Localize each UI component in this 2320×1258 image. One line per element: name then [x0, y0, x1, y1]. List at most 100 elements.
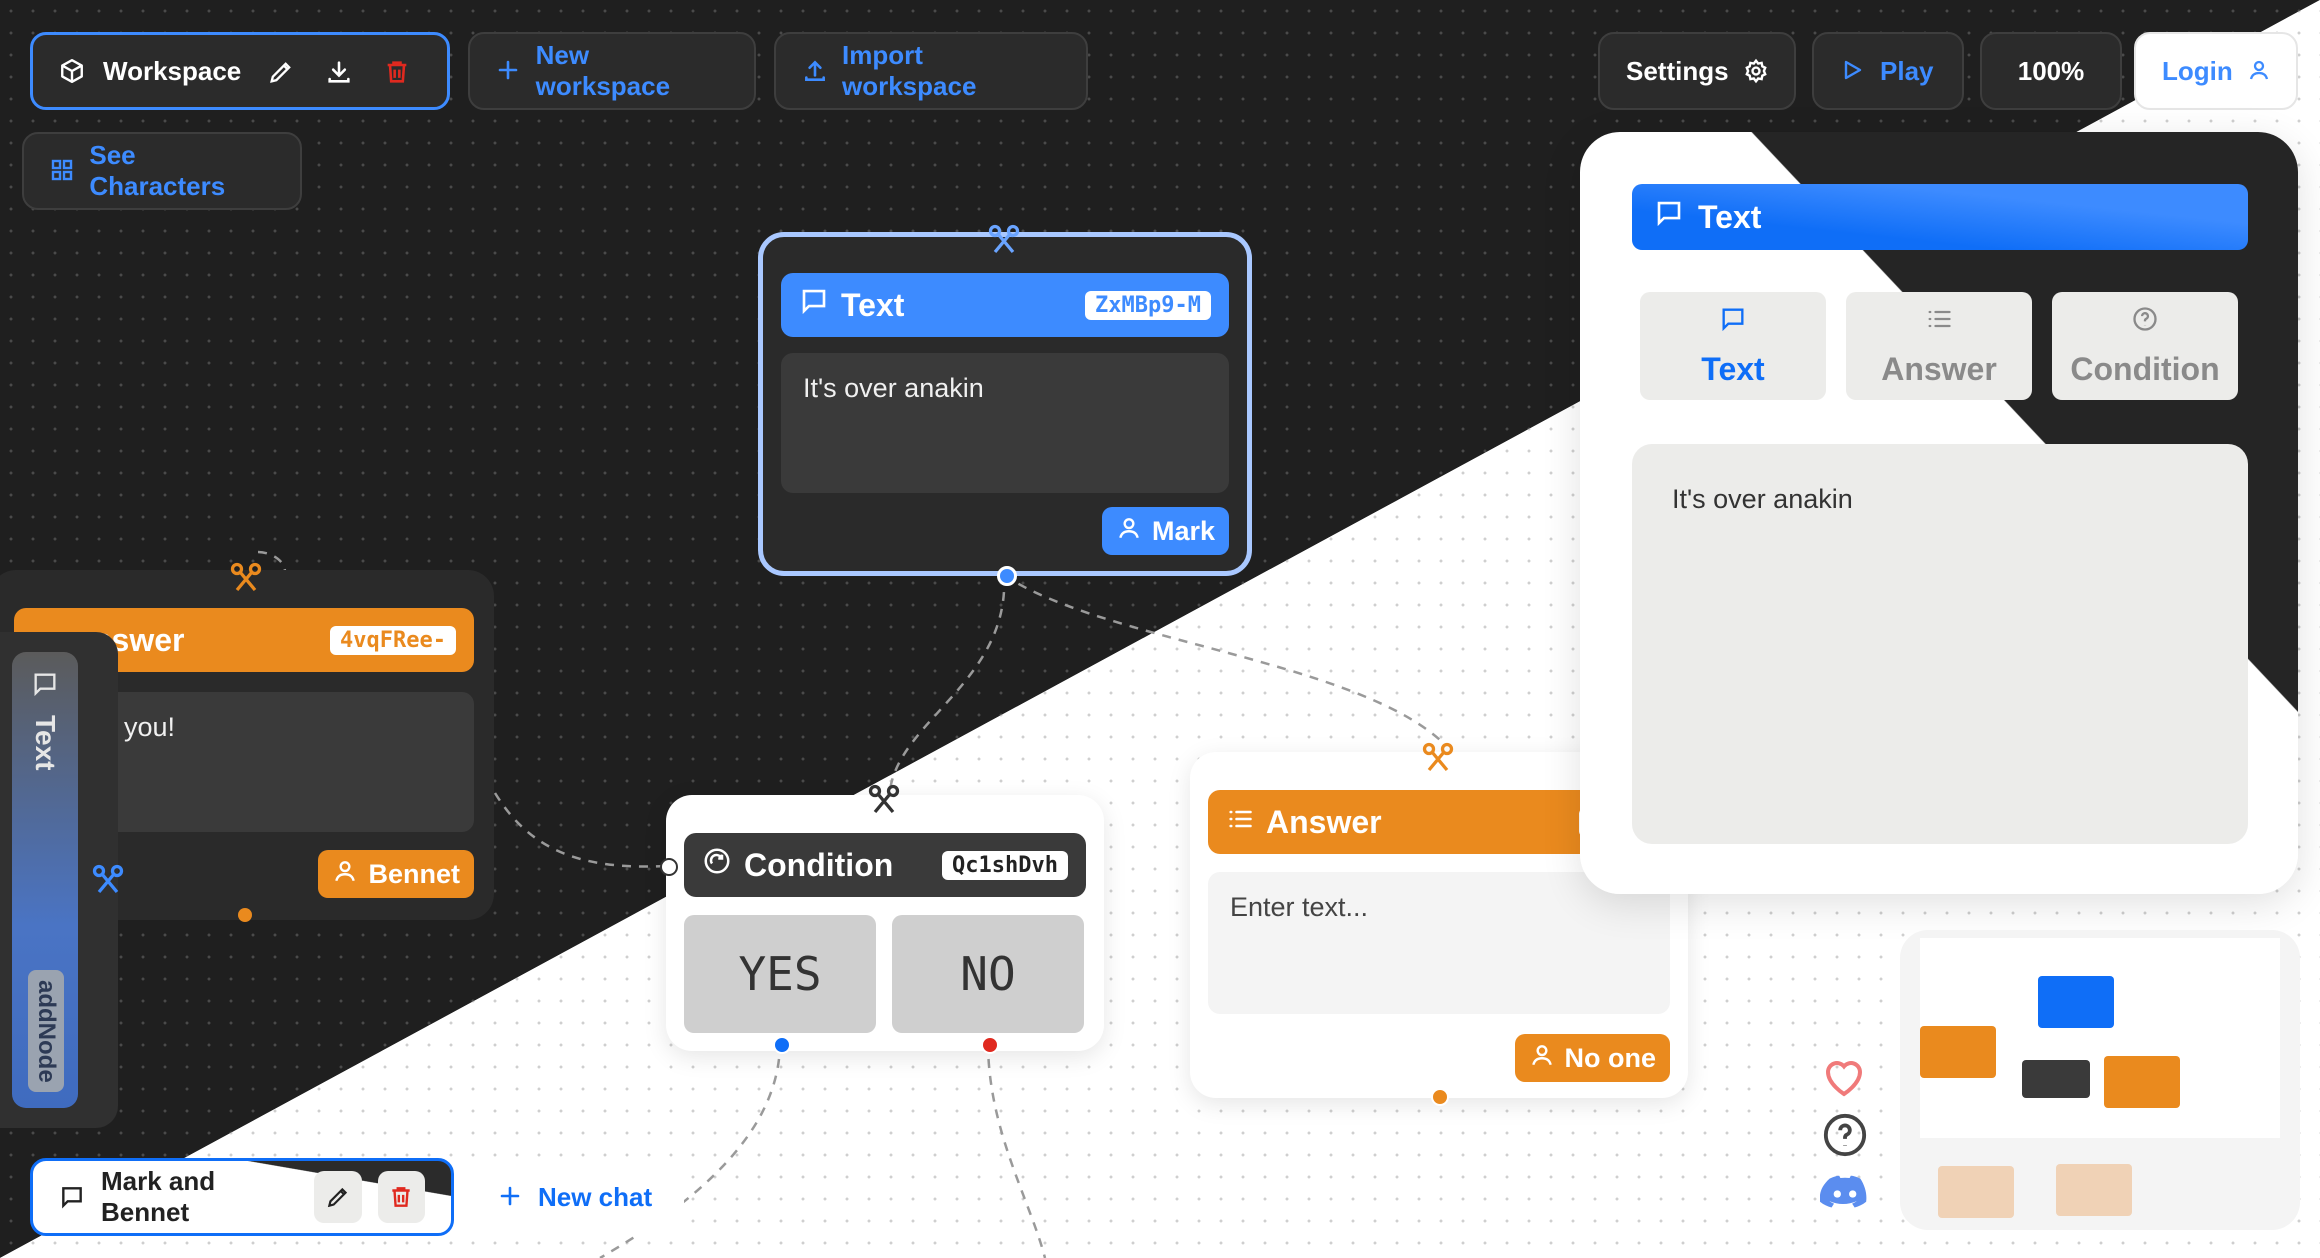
link-icon[interactable] — [228, 560, 264, 601]
text-node-output-port[interactable] — [997, 566, 1017, 586]
new-workspace-button[interactable]: New workspace — [468, 32, 756, 110]
answer-right-output-port[interactable] — [1431, 1088, 1449, 1106]
condition-no-port[interactable] — [981, 1036, 999, 1054]
help-circle-icon[interactable] — [1822, 1112, 1868, 1163]
gear-icon — [1743, 58, 1769, 84]
pencil-icon[interactable] — [267, 58, 293, 84]
workspace-label[interactable]: Workspace — [103, 56, 241, 87]
tab-condition-label: Condition — [2070, 351, 2220, 387]
answer-right-character-button[interactable]: No one — [1514, 1034, 1670, 1082]
discord-icon[interactable] — [1819, 1174, 1870, 1219]
text-node-content[interactable]: It's over anakin — [781, 353, 1229, 493]
text-node-type: Text — [841, 286, 905, 323]
answer-right-content[interactable]: Enter text... — [1208, 872, 1670, 1014]
pencil-icon[interactable] — [314, 1171, 362, 1223]
minimap-node-answer-faded — [1938, 1166, 2014, 1218]
condition-type: Condition — [744, 846, 894, 883]
condition-no-option[interactable]: NO — [892, 915, 1084, 1033]
see-characters-button[interactable]: See Characters — [22, 132, 302, 210]
minimap-node-condition — [2022, 1060, 2090, 1098]
tab-text[interactable]: Text — [1640, 292, 1826, 400]
minimap-node-answer — [2104, 1056, 2180, 1108]
trash-icon[interactable] — [377, 1171, 425, 1223]
tab-answer-label: Answer — [1881, 351, 1997, 387]
new-chat-button[interactable]: New chat — [470, 1158, 684, 1236]
chat-icon — [59, 1184, 85, 1210]
node-editor-panel: Text Text Answer Condition It's over ana… — [1580, 132, 2298, 894]
condition-icon — [702, 846, 732, 884]
chat-group: Mark and Bennet — [30, 1158, 454, 1236]
zoom-label: 100% — [2017, 55, 2085, 86]
import-workspace-label: Import workspace — [842, 40, 977, 101]
link-icon[interactable] — [866, 782, 902, 823]
user-icon — [1116, 515, 1142, 548]
condition-id: Qc1shDvh — [942, 850, 1068, 880]
answer-left-id: 4vqFRee- — [330, 625, 456, 655]
sidebar-text-button[interactable]: Text — [22, 670, 68, 790]
chat-icon — [799, 286, 829, 324]
answer-right-character: No one — [1564, 1042, 1657, 1073]
link-icon[interactable] — [1420, 740, 1456, 781]
play-button[interactable]: Play — [1812, 32, 1964, 110]
tab-answer[interactable]: Answer — [1846, 292, 2032, 400]
panel-text-area[interactable]: It's over anakin — [1632, 444, 2248, 844]
zoom-level[interactable]: 100% — [1980, 32, 2122, 110]
condition-node[interactable]: Condition Qc1shDvh YES NO — [666, 795, 1104, 1051]
cube-icon — [59, 58, 85, 84]
settings-label: Settings — [1626, 55, 1729, 86]
plus-icon — [496, 58, 522, 84]
tab-condition[interactable]: Condition — [2052, 292, 2238, 400]
login-label: Login — [2162, 55, 2233, 86]
panel-header-label: Text — [1698, 198, 1762, 235]
upload-icon — [802, 58, 828, 84]
add-node-label: addNode — [33, 979, 60, 1083]
answer-left-output-port[interactable] — [238, 908, 252, 922]
minimap-node-answer — [1920, 1026, 1996, 1078]
trash-icon[interactable] — [383, 58, 409, 84]
list-icon — [1925, 304, 1953, 341]
plus-icon — [498, 1184, 524, 1210]
login-button[interactable]: Login — [2134, 32, 2298, 110]
condition-header[interactable]: Condition Qc1shDvh — [684, 833, 1086, 897]
see-characters-label: See Characters — [89, 140, 226, 201]
play-icon — [1840, 58, 1866, 84]
new-chat-label: New chat — [538, 1181, 653, 1212]
minimap-node-text — [2038, 976, 2114, 1028]
tab-text-label: Text — [1701, 351, 1765, 387]
minimap-node-answer-faded — [2056, 1164, 2132, 1216]
chat-icon — [1719, 304, 1747, 341]
chat-title[interactable]: Mark and Bennet — [101, 1166, 292, 1228]
link-icon[interactable] — [986, 222, 1022, 263]
answer-right-type: Answer — [1266, 803, 1382, 840]
grid-icon — [50, 158, 75, 184]
new-workspace-label: New workspace — [535, 40, 671, 101]
import-workspace-button[interactable]: Import workspace — [774, 32, 1088, 110]
heart-icon[interactable] — [1820, 1054, 1868, 1103]
minimap[interactable] — [1900, 930, 2300, 1230]
condition-yes-port[interactable] — [773, 1036, 791, 1054]
play-label: Play — [1880, 55, 1934, 86]
answer-left-character: Bennet — [368, 858, 460, 889]
workspace-group: Workspace — [30, 32, 450, 110]
chat-icon — [31, 670, 59, 705]
download-icon[interactable] — [325, 58, 351, 84]
condition-yes-option[interactable]: YES — [684, 915, 876, 1033]
user-icon — [1529, 1042, 1555, 1075]
sidebar-text-label: Text — [30, 715, 61, 771]
text-node-header[interactable]: Text ZxMBp9-M — [781, 273, 1229, 337]
settings-button[interactable]: Settings — [1598, 32, 1796, 110]
text-node-character: Mark — [1151, 515, 1215, 546]
help-circle-icon — [2131, 304, 2159, 341]
text-node[interactable]: Text ZxMBp9-M It's over anakin Mark — [758, 232, 1252, 576]
user-icon — [2247, 58, 2271, 84]
text-node-id: ZxMBp9-M — [1085, 290, 1211, 320]
text-node-character-button[interactable]: Mark — [1101, 507, 1229, 555]
panel-header[interactable]: Text — [1632, 184, 2248, 250]
add-node-button[interactable]: addNode — [28, 970, 64, 1092]
condition-input-port[interactable] — [660, 858, 678, 876]
chat-icon — [1654, 198, 1684, 236]
user-icon — [332, 858, 358, 891]
link-icon[interactable] — [90, 862, 126, 903]
answer-left-character-button[interactable]: Bennet — [318, 850, 474, 898]
list-icon — [1226, 804, 1254, 841]
